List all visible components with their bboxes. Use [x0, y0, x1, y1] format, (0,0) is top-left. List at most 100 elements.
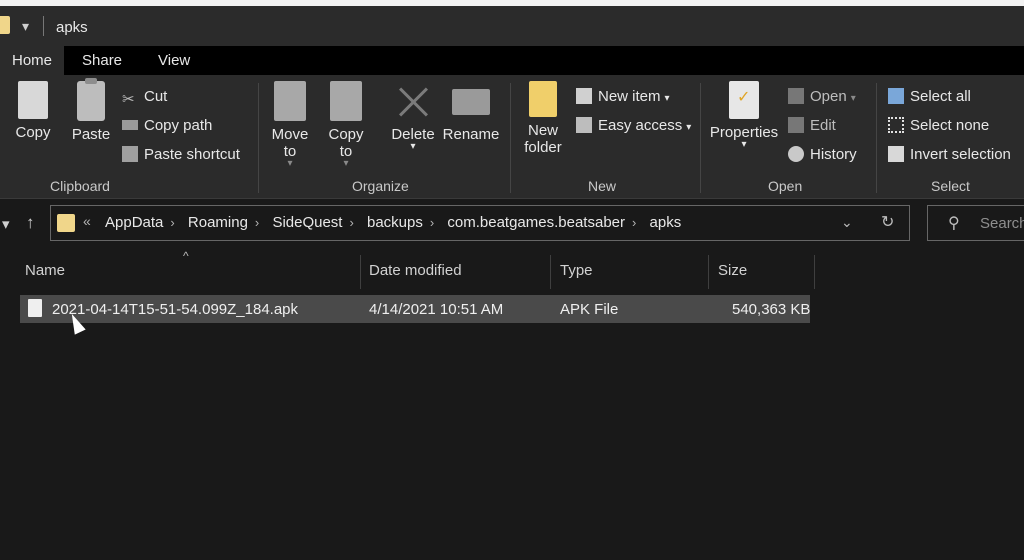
search-box[interactable]: ⚲ Search — [927, 205, 1024, 241]
title-separator — [43, 16, 44, 36]
copy-icon — [18, 81, 48, 119]
organize-group-label: Organize — [352, 178, 409, 194]
delete-button[interactable]: Delete ▾ — [388, 81, 438, 152]
edit-button[interactable]: Edit — [788, 115, 836, 137]
new-folder-icon — [529, 81, 557, 117]
select-none-icon — [888, 117, 904, 133]
up-arrow-icon[interactable]: ↑ — [26, 213, 35, 233]
group-separator — [258, 83, 259, 193]
paste-shortcut-button[interactable]: Paste shortcut — [122, 144, 240, 166]
table-row[interactable]: 2021-04-14T15-51-54.099Z_184.apk 4/14/20… — [20, 295, 810, 323]
group-separator — [510, 83, 511, 193]
invert-selection-icon — [888, 146, 904, 162]
history-button[interactable]: History — [788, 144, 857, 166]
window-title: apks — [56, 19, 88, 36]
rename-button[interactable]: Rename — [442, 81, 500, 143]
ribbon-tabs: Home Share View — [0, 46, 1024, 75]
paste-button[interactable]: Paste — [68, 78, 114, 143]
file-icon — [28, 299, 42, 317]
delete-dropdown-icon: ▾ — [410, 141, 416, 152]
address-dropdown-icon[interactable]: ⌄ — [841, 214, 853, 231]
clipboard-group-label: Clipboard — [50, 178, 110, 194]
search-input[interactable]: Search — [980, 215, 1024, 232]
column-header-size[interactable]: Size — [718, 262, 747, 279]
refresh-icon[interactable]: ↻ — [881, 212, 894, 232]
copy-button[interactable]: Copy — [8, 81, 58, 141]
copy-to-button[interactable]: Copy to ▾ — [322, 81, 370, 169]
tab-share[interactable]: Share — [70, 46, 134, 75]
breadcrumb-apks[interactable]: apks — [650, 214, 682, 231]
paste-icon — [77, 78, 105, 121]
open-button[interactable]: Open ▾ — [788, 86, 856, 108]
move-to-dropdown-icon: ▾ — [287, 158, 293, 169]
quick-access-dropdown-icon[interactable]: ▾ — [22, 18, 29, 35]
group-separator — [700, 83, 701, 193]
file-list: ^ Name Date modified Type Size 2021-04-1… — [0, 249, 1024, 560]
navigation-bar: ▾ ↑ « AppData › Roaming › SideQuest › backu… — [0, 199, 1024, 249]
easy-access-dropdown-icon: ▾ — [686, 122, 692, 133]
new-group-label: New — [588, 178, 617, 194]
column-header-name[interactable]: Name — [25, 262, 65, 279]
delete-icon — [395, 81, 431, 121]
breadcrumb-separator-icon[interactable]: › — [349, 215, 353, 230]
sort-ascending-icon: ^ — [183, 249, 189, 263]
folder-icon — [57, 214, 75, 232]
cut-button[interactable]: ✂ Cut — [122, 86, 167, 108]
new-item-button[interactable]: New item ▾ — [576, 86, 670, 108]
edit-icon — [788, 117, 804, 133]
easy-access-button[interactable]: Easy access ▾ — [576, 115, 691, 137]
history-icon — [788, 146, 804, 162]
copy-to-icon — [330, 81, 362, 121]
properties-button[interactable]: Properties ▾ — [706, 81, 782, 150]
address-bar[interactable]: « AppData › Roaming › SideQuest › backups › … — [50, 205, 910, 241]
breadcrumb-sidequest[interactable]: SideQuest — [272, 214, 342, 231]
select-all-button[interactable]: Select all — [888, 86, 971, 108]
search-icon: ⚲ — [948, 215, 960, 232]
column-header-date-modified[interactable]: Date modified — [369, 262, 462, 279]
breadcrumb-appdata[interactable]: AppData — [105, 214, 163, 231]
breadcrumb-beatsaber[interactable]: com.beatgames.beatsaber — [447, 214, 625, 231]
scissors-icon: ✂ — [122, 91, 135, 108]
select-all-icon — [888, 88, 904, 104]
open-dropdown-icon: ▾ — [850, 93, 856, 104]
group-separator — [876, 83, 877, 193]
tab-view[interactable]: View — [146, 46, 202, 75]
breadcrumb-separator-icon[interactable]: › — [255, 215, 259, 230]
column-divider[interactable] — [360, 255, 361, 289]
recent-locations-icon[interactable]: ▾ — [2, 215, 10, 233]
open-icon — [788, 88, 804, 104]
invert-selection-button[interactable]: Invert selection — [888, 144, 1011, 166]
column-divider[interactable] — [708, 255, 709, 289]
new-folder-button[interactable]: New folder — [518, 81, 568, 156]
new-item-icon — [576, 88, 592, 104]
file-name[interactable]: 2021-04-14T15-51-54.099Z_184.apk — [52, 301, 298, 318]
column-divider[interactable] — [814, 255, 815, 289]
breadcrumb-separator-icon[interactable]: › — [170, 215, 174, 230]
file-date-modified: 4/14/2021 10:51 AM — [369, 301, 504, 318]
file-type: APK File — [560, 301, 619, 318]
file-size: 540,363 KB — [732, 301, 811, 318]
open-group-label: Open — [768, 178, 803, 194]
new-item-dropdown-icon: ▾ — [664, 93, 670, 104]
select-none-button[interactable]: Select none — [888, 115, 989, 137]
breadcrumb-separator-icon[interactable]: › — [430, 215, 434, 230]
copy-path-icon — [122, 120, 138, 130]
title-bar: ▾ apks — [0, 0, 1024, 46]
move-to-button[interactable]: Move to ▾ — [266, 81, 314, 169]
breadcrumb-roaming[interactable]: Roaming — [188, 214, 248, 231]
paste-shortcut-icon — [122, 146, 138, 162]
copy-path-button[interactable]: Copy path — [122, 115, 212, 137]
ribbon: Copy Paste ✂ Cut Copy path Paste shortcut… — [0, 75, 1024, 199]
tab-home[interactable]: Home — [0, 46, 65, 75]
column-header-type[interactable]: Type — [560, 262, 593, 279]
overflow-chevron[interactable]: « — [83, 213, 91, 229]
breadcrumb-backups[interactable]: backups — [367, 214, 423, 231]
copy-to-dropdown-icon: ▾ — [343, 158, 349, 169]
rename-icon — [452, 89, 490, 115]
column-divider[interactable] — [550, 255, 551, 289]
breadcrumb-separator-icon[interactable]: › — [632, 215, 636, 230]
move-to-icon — [274, 81, 306, 121]
properties-dropdown-icon: ▾ — [741, 139, 747, 150]
properties-icon — [729, 81, 759, 119]
breadcrumb: AppData › Roaming › SideQuest › backups › co… — [105, 214, 688, 231]
